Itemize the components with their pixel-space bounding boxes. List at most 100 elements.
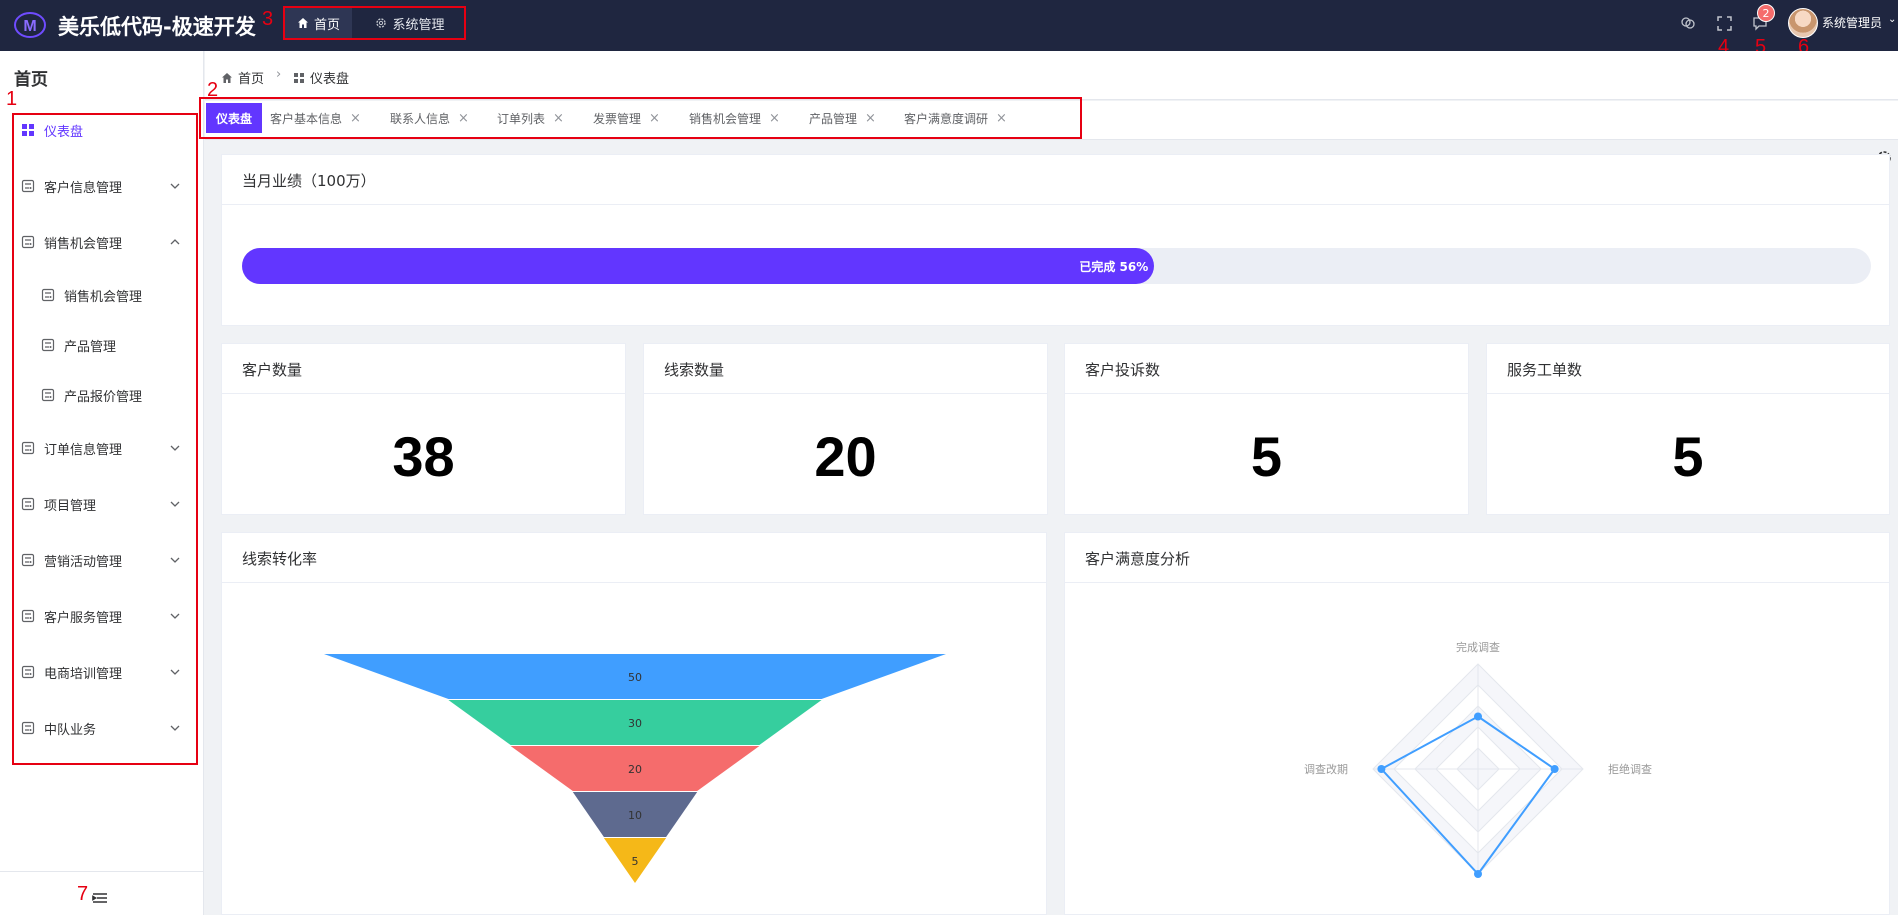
avatar[interactable] (1788, 8, 1818, 38)
sidebar-item[interactable]: 订单信息管理 (14, 428, 196, 468)
breadcrumb-dashboard: 仪表盘 (293, 68, 349, 87)
chevron-down-icon[interactable]: ⌄ (1888, 14, 1896, 25)
radar-point (1377, 765, 1386, 773)
card-divider (222, 204, 1889, 205)
home-icon (222, 72, 232, 83)
sidebar-item-label: 项目管理 (44, 498, 97, 514)
tab[interactable]: 联系人信息 × (390, 103, 469, 133)
sidebar-item-label: 销售机会管理 (44, 236, 123, 252)
top-nav-home-label: 首页 (313, 17, 340, 33)
chevron-down-icon[interactable] (168, 721, 182, 735)
collapse-menu-icon[interactable] (92, 892, 108, 904)
annotation-3: 3 (262, 8, 274, 30)
stat-title: 客户投诉数 (1085, 361, 1161, 379)
tab-label: 仪表盘 (216, 111, 253, 126)
funnel-value-label: 20 (628, 763, 642, 776)
sidebar-footer (0, 871, 204, 915)
fullscreen-icon[interactable] (1713, 12, 1735, 34)
close-icon[interactable]: × (458, 111, 469, 126)
breadcrumb-home-label: 首页 (238, 72, 265, 87)
close-icon[interactable]: × (865, 111, 876, 126)
close-icon[interactable]: × (649, 111, 660, 126)
stat-title: 线索数量 (664, 361, 725, 379)
sidebar-item[interactable]: 产品管理 (14, 325, 196, 365)
funnel-value-label: 5 (632, 855, 639, 868)
sidebar-item[interactable]: 销售机会管理 (14, 222, 196, 262)
module-icon (20, 664, 36, 680)
notification-badge: 2 (1757, 4, 1775, 22)
top-nav-home[interactable]: 首页 (285, 8, 352, 38)
sidebar-item[interactable]: 客户信息管理 (14, 166, 196, 206)
top-nav-system-management[interactable]: 系统管理 (360, 8, 460, 38)
card-divider (1487, 393, 1889, 394)
sidebar-title: 首页 (14, 70, 48, 90)
sidebar-item-label: 客户信息管理 (44, 180, 123, 196)
chevron-down-icon[interactable] (168, 665, 182, 679)
app-logo-icon: M (12, 10, 48, 40)
sidebar-item-label: 客户服务管理 (44, 610, 123, 626)
breadcrumb-home[interactable]: 首页 (221, 68, 264, 87)
user-name[interactable]: 系统管理员 (1822, 14, 1882, 31)
funnel-value-label: 30 (628, 717, 642, 730)
chevron-down-icon[interactable] (168, 553, 182, 567)
tab[interactable]: 仪表盘 (206, 103, 263, 133)
stat-value: 5 (1672, 425, 1704, 488)
sidebar-item[interactable]: 仪表盘 (14, 110, 196, 150)
stat-value: 20 (814, 425, 877, 488)
sidebar-item[interactable]: 中队业务 (14, 708, 196, 748)
sidebar-item[interactable]: 营销活动管理 (14, 540, 196, 580)
sidebar-item[interactable]: 销售机会管理 (14, 275, 196, 315)
tab[interactable]: 订单列表 × (497, 103, 564, 133)
chevron-up-icon[interactable] (168, 235, 182, 249)
close-icon[interactable]: × (553, 111, 564, 126)
sidebar-item[interactable]: 电商培训管理 (14, 652, 196, 692)
app-title: 美乐低代码-极速开发 (58, 15, 256, 39)
tab[interactable]: 产品管理 × (809, 103, 876, 133)
chevron-down-icon[interactable] (168, 179, 182, 193)
progress-fill: 已完成 56% (242, 248, 1155, 284)
chevron-down-icon[interactable] (168, 497, 182, 511)
tab-label: 联系人信息 (390, 111, 451, 126)
sidebar-item[interactable]: 产品报价管理 (14, 375, 196, 415)
module-icon (20, 552, 36, 568)
tab[interactable]: 发票管理 × (593, 103, 660, 133)
breadcrumb-separator-icon: › (276, 67, 282, 82)
sidebar-item-label: 仪表盘 (44, 124, 84, 140)
chat-icon[interactable] (1677, 12, 1699, 34)
annotation-2: 2 (207, 79, 219, 101)
tab-label: 客户满意度调研 (904, 111, 989, 126)
stat-card-customers: 客户数量 38 (221, 343, 626, 515)
sidebar-item[interactable]: 项目管理 (14, 484, 196, 524)
dashboard-icon (20, 122, 36, 138)
close-icon[interactable]: × (350, 111, 361, 126)
radar-indicator-label: 完成调查 (1456, 640, 1500, 654)
dashboard-icon (294, 72, 304, 83)
sidebar-item[interactable]: 客户服务管理 (14, 596, 196, 636)
performance-title: 当月业绩（100万） (242, 172, 376, 190)
tab-label: 发票管理 (593, 111, 642, 126)
breadcrumb-dashboard-label: 仪表盘 (310, 72, 350, 87)
chevron-down-icon[interactable] (168, 609, 182, 623)
progress-label: 已完成 56% (1079, 260, 1149, 274)
tab[interactable]: 客户满意度调研 × (904, 103, 1007, 133)
sidebar-item-label: 产品报价管理 (64, 389, 143, 405)
module-icon (40, 287, 56, 303)
module-icon (20, 496, 36, 512)
card-divider (644, 393, 1047, 394)
stat-title: 客户数量 (242, 361, 303, 379)
sidebar-item-label: 电商培训管理 (44, 666, 123, 682)
stat-value: 5 (1250, 425, 1283, 488)
close-icon[interactable]: × (996, 111, 1007, 126)
chevron-down-icon[interactable] (168, 441, 182, 455)
tab[interactable]: 客户基本信息 × (270, 103, 361, 133)
close-icon[interactable]: × (769, 111, 780, 126)
card-divider (1065, 393, 1468, 394)
sidebar-item-label: 营销活动管理 (44, 554, 123, 570)
tab-label: 订单列表 (497, 111, 546, 126)
svg-text:M: M (23, 18, 36, 35)
module-icon (20, 178, 36, 194)
tab[interactable]: 销售机会管理 × (689, 103, 780, 133)
radar-chart: 完成调查拒绝调查 调查改期 (1304, 640, 1652, 878)
annotation-1: 1 (6, 88, 18, 110)
tab-label: 客户基本信息 (270, 111, 343, 126)
